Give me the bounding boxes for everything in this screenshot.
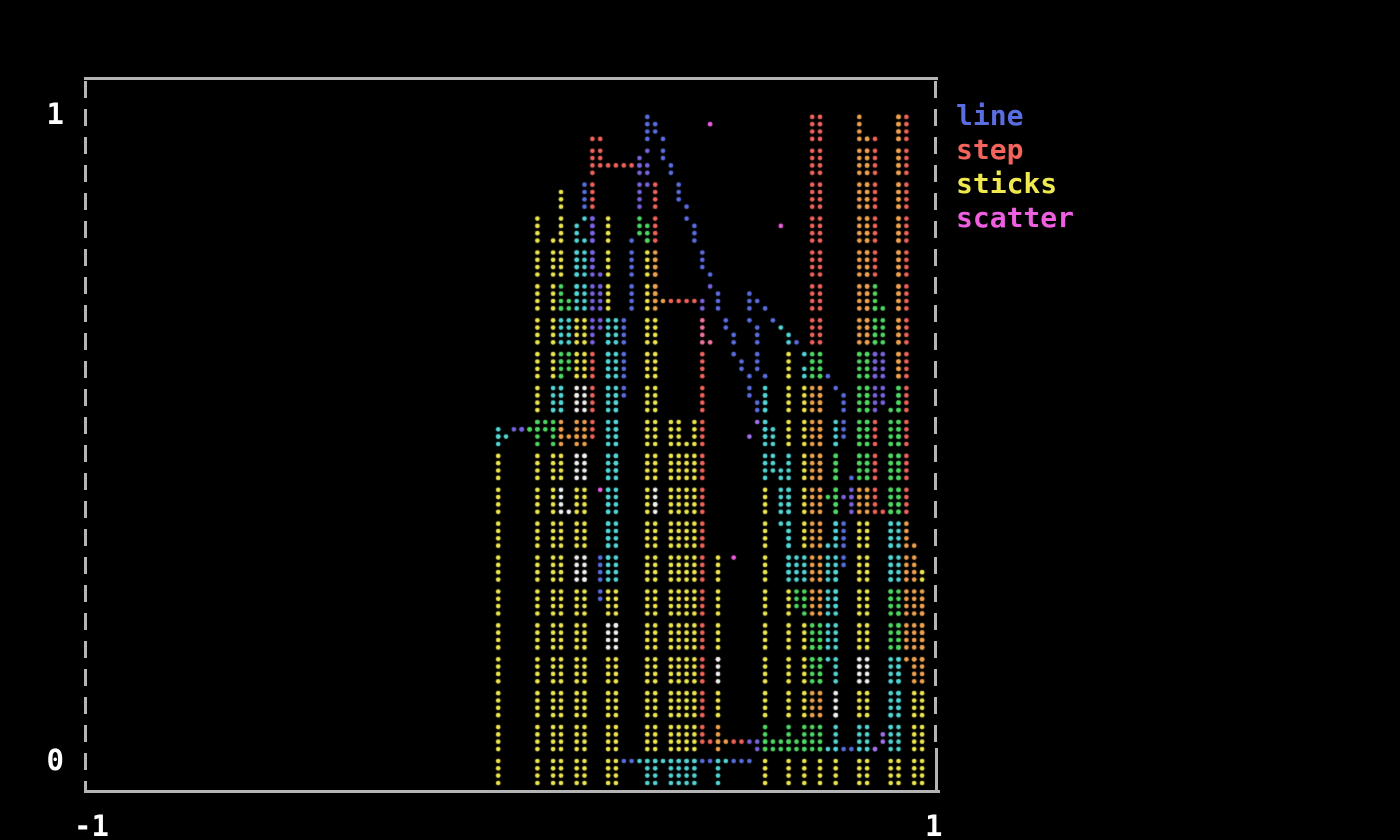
legend-item-step: step bbox=[956, 133, 1074, 167]
legend: line step sticks scatter bbox=[956, 99, 1074, 235]
x-tick-left: -1 bbox=[74, 811, 109, 840]
legend-item-line: line bbox=[956, 99, 1074, 133]
y-tick-bottom: 0 bbox=[38, 745, 64, 775]
terminal-screen: 1 0 -1 1 line step sticks scatter bbox=[0, 0, 1400, 840]
legend-item-scatter: scatter bbox=[956, 201, 1074, 235]
plot-border-right bbox=[934, 81, 937, 745]
legend-item-sticks: sticks bbox=[956, 167, 1074, 201]
y-tick-top: 1 bbox=[38, 99, 64, 129]
plot-border-corner bbox=[935, 748, 938, 792]
x-tick-right: 1 bbox=[925, 811, 942, 840]
plot-canvas bbox=[86, 79, 934, 791]
